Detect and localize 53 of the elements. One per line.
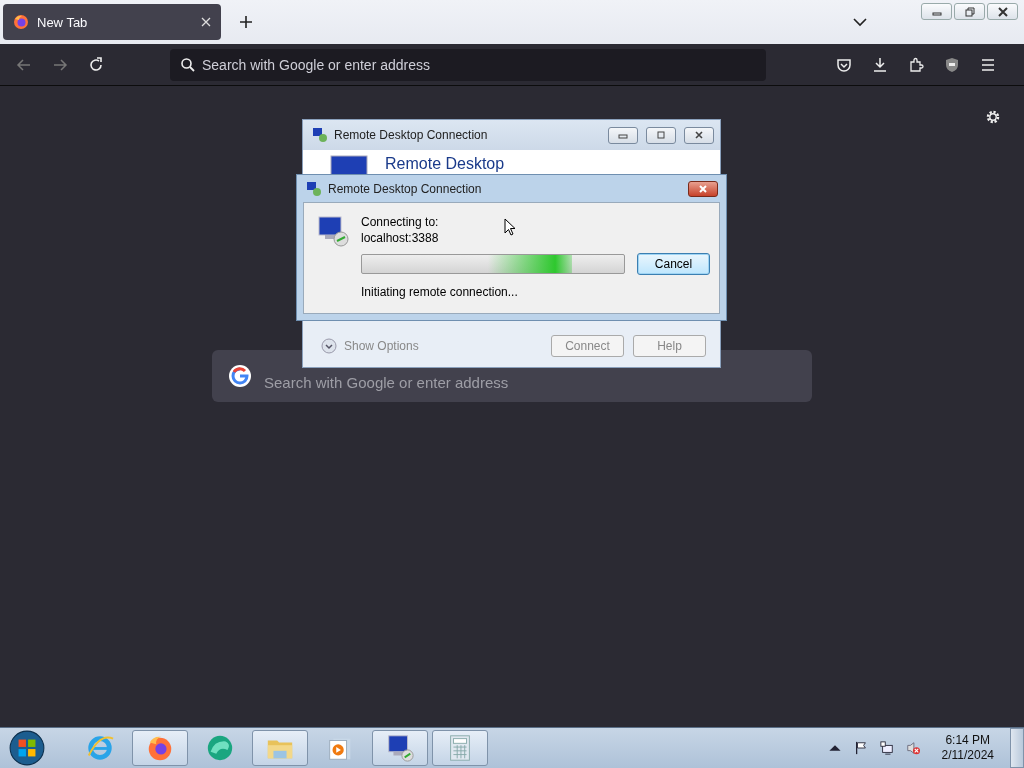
- chevron-down-icon[interactable]: [853, 17, 867, 27]
- remote-desktop-icon: [306, 180, 322, 197]
- search-icon: [180, 56, 196, 73]
- clock-time: 6:14 PM: [945, 733, 991, 748]
- close-icon: [698, 183, 708, 194]
- host-name: localhost:3388: [361, 231, 439, 245]
- back-icon[interactable]: [16, 56, 32, 73]
- firefox-icon: [13, 14, 29, 30]
- extensions-icon[interactable]: [908, 56, 924, 73]
- clock-date: 2/11/2024: [941, 748, 994, 763]
- speaker-muted-icon[interactable]: [905, 741, 920, 755]
- connecting-label: Connecting to:: [361, 215, 439, 229]
- close-icon: [997, 6, 1008, 17]
- settings-icon[interactable]: [985, 109, 1001, 125]
- network-icon[interactable]: [879, 741, 894, 755]
- reload-icon[interactable]: [88, 56, 104, 73]
- minimize-button[interactable]: [921, 3, 952, 20]
- window-title: Remote Desktop Connection: [328, 181, 482, 196]
- start-button[interactable]: [8, 729, 46, 767]
- remote-desktop-icon: [385, 733, 415, 763]
- download-icon[interactable]: [872, 56, 888, 73]
- restore-button[interactable]: [954, 3, 985, 20]
- maximize-icon: [656, 130, 666, 140]
- remote-desktop-icon: [312, 127, 328, 143]
- close-button[interactable]: [987, 3, 1018, 20]
- forward-icon[interactable]: [52, 56, 68, 73]
- pocket-icon[interactable]: [836, 56, 852, 73]
- internet-explorer-icon: [85, 733, 115, 763]
- shield-icon[interactable]: [944, 56, 960, 73]
- window-title: Remote Desktop Connection: [334, 128, 488, 142]
- expand-icon[interactable]: [321, 338, 337, 354]
- cursor-icon: [504, 218, 516, 236]
- maximize-button[interactable]: [646, 126, 676, 144]
- close-button[interactable]: [684, 126, 714, 144]
- cancel-button[interactable]: Cancel: [637, 253, 710, 275]
- close-button[interactable]: [688, 180, 718, 197]
- edge-icon: [205, 733, 235, 763]
- address-bar[interactable]: Search with Google or enter address: [170, 48, 766, 81]
- restore-icon: [964, 6, 975, 17]
- menu-icon[interactable]: [980, 56, 996, 73]
- google-icon: [228, 364, 252, 388]
- new-tab-icon[interactable]: [239, 15, 253, 29]
- flag-icon[interactable]: [853, 741, 868, 755]
- browser-tab[interactable]: New Tab: [3, 4, 221, 40]
- banner-heading: Remote Desktop: [385, 154, 505, 173]
- status-text: Initiating remote connection...: [361, 285, 518, 299]
- close-icon[interactable]: [201, 17, 211, 27]
- remote-desktop-icon: [317, 215, 349, 247]
- minimize-button[interactable]: [608, 126, 638, 144]
- taskbar-button[interactable]: [132, 730, 188, 766]
- clock[interactable]: 6:14 PM 2/11/2024: [941, 733, 994, 763]
- taskbar-button[interactable]: [372, 730, 428, 766]
- close-icon: [694, 130, 704, 140]
